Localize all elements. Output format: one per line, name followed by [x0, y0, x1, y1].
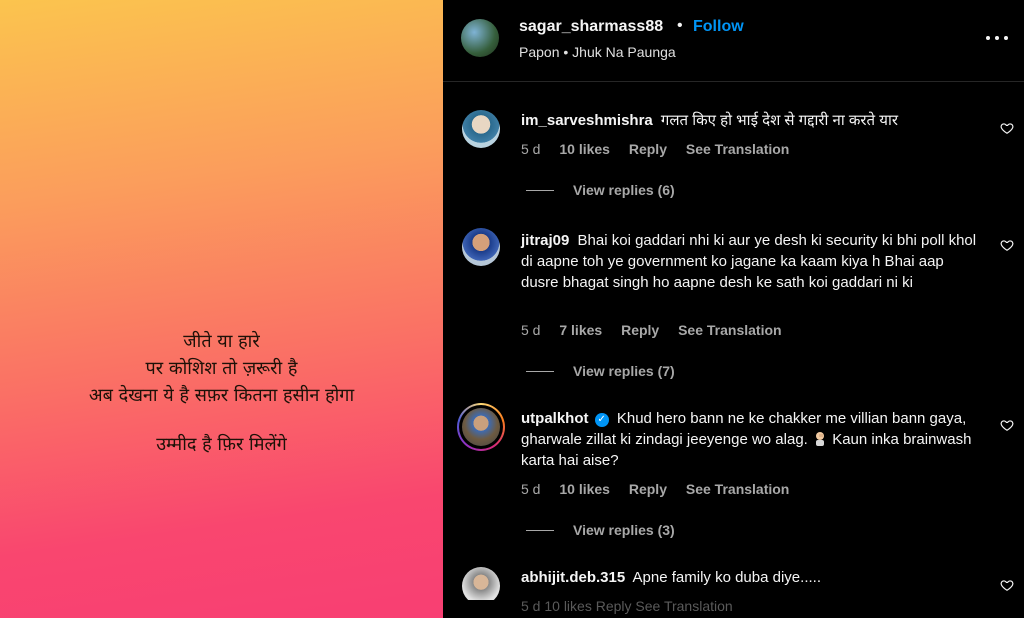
post-header: sagar_sharmass88 • Follow Papon • Jhuk N… — [443, 0, 1024, 82]
view-replies-button[interactable]: View replies (3) — [526, 522, 675, 538]
verified-badge-icon: ✓ — [594, 413, 609, 427]
comment-time: 5 d — [521, 481, 541, 497]
audio-track-link[interactable]: Papon • Jhuk Na Paunga — [519, 44, 676, 60]
comment-meta: 5 d 10 likes Reply See Translation — [521, 481, 804, 497]
comment-text-block: im_sarveshmishra गलत किए हो भाई देश से ग… — [521, 110, 981, 131]
comment-time: 5 d — [521, 141, 541, 157]
replies-line — [526, 530, 554, 531]
heart-outline-icon[interactable] — [1000, 418, 1014, 432]
reply-button[interactable]: Reply — [629, 141, 667, 157]
see-translation-button[interactable]: See Translation — [678, 322, 781, 338]
replies-line — [526, 371, 554, 372]
comment-text: Bhai koi gaddari nhi ki aur ye desh ki s… — [521, 232, 977, 291]
see-translation-button[interactable]: See Translation — [686, 141, 789, 157]
comment-text: Apne family ko duba diye..... — [632, 569, 821, 586]
heart-outline-icon[interactable] — [1000, 238, 1014, 252]
view-replies-label: View replies (3) — [573, 522, 675, 538]
post-caption-image-text: जीते या हारे पर कोशिश तो ज़रूरी है अब दे… — [0, 328, 443, 458]
view-replies-label: View replies (7) — [573, 363, 675, 379]
comment-text: गलत किए हो भाई देश से गद्दारी ना करते या… — [660, 112, 898, 129]
person-facepalm-emoji-icon — [816, 432, 825, 446]
heart-outline-icon[interactable] — [1000, 121, 1014, 135]
commenter-username[interactable]: im_sarveshmishra — [521, 112, 653, 129]
commenter-avatar[interactable] — [462, 408, 500, 446]
view-replies-button[interactable]: View replies (6) — [526, 182, 675, 198]
comment-text-block: abhijit.deb.315 Apne family ko duba diye… — [521, 567, 981, 588]
heart-outline-icon[interactable] — [1000, 578, 1014, 592]
story-ring[interactable] — [457, 403, 505, 451]
comment-meta-partial: 5 d 10 likes Reply See Translation — [521, 598, 733, 614]
view-replies-label: View replies (6) — [573, 182, 675, 198]
comment-time: 5 d — [521, 322, 541, 338]
see-translation-button[interactable]: See Translation — [635, 598, 732, 614]
commenter-username[interactable]: abhijit.deb.315 — [521, 569, 625, 586]
comment-meta: 5 d 10 likes Reply See Translation — [521, 141, 804, 157]
author-avatar[interactable] — [461, 19, 499, 57]
comment-text-block: jitraj09 Bhai koi gaddari nhi ki aur ye … — [521, 230, 981, 293]
post-line-1: जीते या हारे — [183, 331, 260, 352]
author-username[interactable]: sagar_sharmass88 — [519, 18, 663, 36]
comment-likes[interactable]: 10 likes — [559, 141, 610, 157]
commenter-username[interactable]: jitraj09 — [521, 232, 569, 249]
reply-button[interactable]: Reply — [621, 322, 659, 338]
replies-line — [526, 190, 554, 191]
follow-button[interactable]: Follow — [693, 18, 744, 36]
commenter-avatar[interactable] — [462, 110, 500, 148]
comment-likes[interactable]: 7 likes — [559, 322, 602, 338]
post-line-2: पर कोशिश तो ज़रूरी है — [145, 358, 298, 379]
post-image: जीते या हारे पर कोशिश तो ज़रूरी है अब दे… — [0, 0, 443, 618]
more-horizontal-icon[interactable] — [986, 26, 1008, 48]
see-translation-button[interactable]: See Translation — [686, 481, 789, 497]
reply-button[interactable]: Reply — [596, 598, 632, 614]
comment-likes[interactable]: 10 likes — [544, 598, 591, 614]
commenter-username[interactable]: utpalkhot — [521, 410, 589, 427]
reply-button[interactable]: Reply — [629, 481, 667, 497]
post-closing-line: उम्मीद है फ़िर मिलेंगे — [156, 434, 287, 455]
comment-likes[interactable]: 10 likes — [559, 481, 610, 497]
view-replies-button[interactable]: View replies (7) — [526, 363, 675, 379]
comment-text-block: utpalkhot ✓ Khud hero bann ne ke chakker… — [521, 408, 981, 471]
comments-panel: sagar_sharmass88 • Follow Papon • Jhuk N… — [443, 0, 1024, 618]
comment-meta: 5 d 7 likes Reply See Translation — [521, 322, 797, 338]
comment-time: 5 d — [521, 598, 541, 614]
separator-dot: • — [677, 17, 683, 34]
post-line-3: अब देखना ये है सफ़र कितना हसीन होगा — [88, 385, 355, 406]
commenter-avatar[interactable] — [462, 228, 500, 266]
